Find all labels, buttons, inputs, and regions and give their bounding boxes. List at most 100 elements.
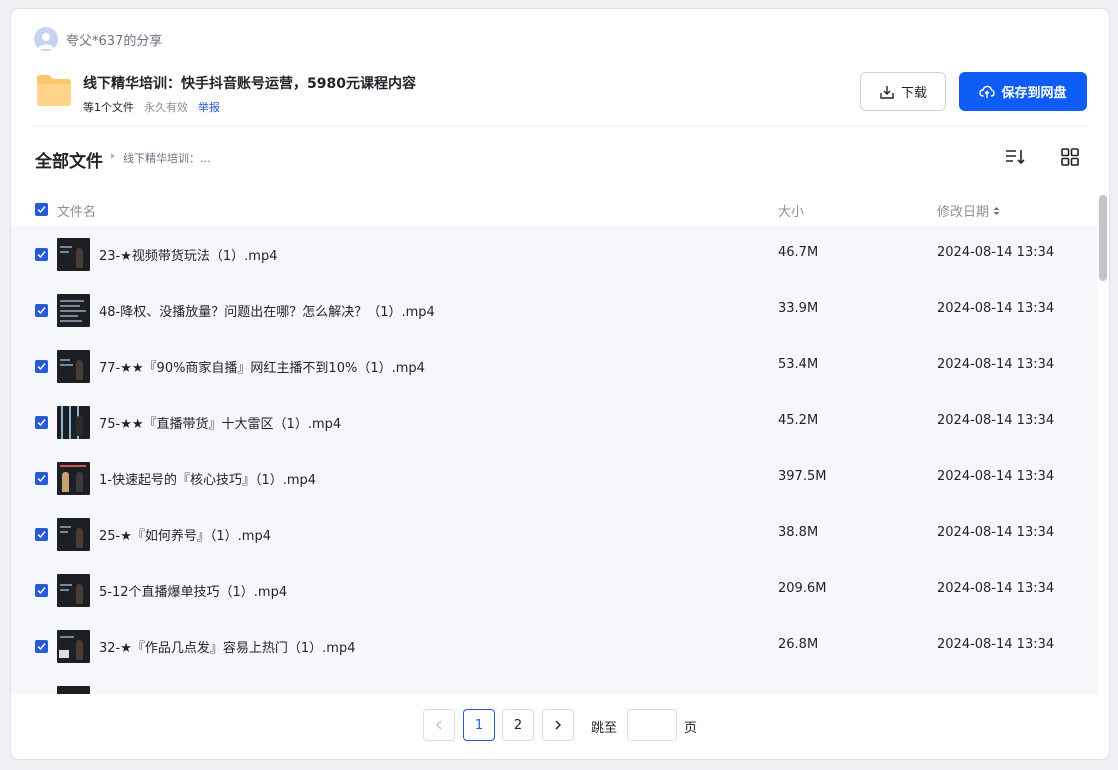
checkbox-checked-icon: [37, 531, 46, 539]
share-page: 夸父*637的分享 线下精华培训：快手抖音账号运营，5980元课程内容 等1个文…: [10, 8, 1110, 760]
file-name[interactable]: 25-★『如何养号』（1）.mp4: [99, 525, 271, 544]
sort-icon[interactable]: [1004, 147, 1026, 167]
file-size: 53.4M: [778, 357, 819, 372]
share-title-block: 线下精华培训：快手抖音账号运营，5980元课程内容 等1个文件 永久有效 举报: [83, 73, 416, 115]
file-date: 2024-08-14 13:34: [937, 637, 1055, 652]
row-checkbox[interactable]: [35, 640, 48, 653]
checkbox-checked-icon: [37, 363, 46, 371]
download-icon: [880, 85, 894, 99]
checkbox-checked-icon: [37, 587, 46, 595]
page-unit-label: 页: [684, 721, 698, 736]
video-thumbnail: [57, 294, 90, 327]
file-name[interactable]: 75-★★『直播带货』十大雷区（1）.mp4: [99, 413, 341, 432]
video-thumbnail: [57, 406, 90, 439]
file-date: 2024-08-14 13:34: [937, 469, 1055, 484]
checkbox-checked-icon: [37, 206, 46, 214]
file-size: 45.2M: [778, 413, 819, 428]
table-row[interactable]: 5-12个直播爆单技巧（1）.mp4 209.6M 2024-08-14 13:…: [11, 562, 1097, 618]
sharer-name: 夸父*637的分享: [66, 33, 163, 49]
checkbox-checked-icon: [37, 643, 46, 651]
pagination: 1 2 跳至 页: [11, 709, 1109, 743]
checkbox-checked-icon: [37, 307, 46, 315]
file-name[interactable]: 1-快速起号的『核心技巧』（1）.mp4: [99, 469, 316, 488]
video-thumbnail: [57, 462, 90, 495]
column-size: 大小: [778, 205, 805, 220]
table-header: 文件名 大小 修改日期: [11, 197, 1097, 227]
file-count: 等1个文件: [83, 101, 134, 114]
checkbox-checked-icon: [37, 251, 46, 259]
row-checkbox[interactable]: [35, 248, 48, 261]
table-row[interactable]: 23-★视频带货玩法（1）.mp4 46.7M 2024-08-14 13:34: [11, 226, 1097, 282]
table-row[interactable]: 1-快速起号的『核心技巧』（1）.mp4 397.5M 2024-08-14 1…: [11, 450, 1097, 506]
file-size: 38.8M: [778, 525, 819, 540]
scrollbar[interactable]: [1099, 195, 1109, 695]
file-date: 2024-08-14 13:34: [937, 413, 1055, 428]
share-title: 线下精华培训：快手抖音账号运营，5980元课程内容: [83, 76, 416, 92]
video-thumbnail: [57, 350, 90, 383]
breadcrumb-separator: [111, 153, 115, 159]
save-label: 保存到网盘: [1001, 86, 1067, 101]
table-row[interactable]: 75-★★『直播带货』十大雷区（1）.mp4 45.2M 2024-08-14 …: [11, 394, 1097, 450]
breadcrumb-current: 线下精华培训：...: [123, 152, 211, 165]
file-date: 2024-08-14 13:34: [937, 301, 1055, 316]
jump-label: 跳至: [591, 721, 618, 736]
file-size: 33.9M: [778, 301, 819, 316]
file-name[interactable]: 23-★视频带货玩法（1）.mp4: [99, 245, 277, 264]
file-date: 2024-08-14 13:34: [937, 581, 1055, 596]
file-size: 26.8M: [778, 637, 819, 652]
file-list: 23-★视频带货玩法（1）.mp4 46.7M 2024-08-14 13:34…: [11, 226, 1097, 694]
cloud-upload-icon: [979, 85, 996, 98]
video-thumbnail: [57, 574, 90, 607]
chevron-right-icon: [555, 720, 561, 730]
share-meta: 等1个文件 永久有效 举报: [83, 99, 416, 115]
folder-icon: [37, 75, 71, 106]
video-thumbnail: [57, 238, 90, 271]
file-date: 2024-08-14 13:34: [937, 245, 1055, 260]
checkbox-checked-icon: [37, 475, 46, 483]
file-name[interactable]: 32-★『作品几点发』容易上热门（1）.mp4: [99, 637, 355, 656]
video-thumbnail: [57, 630, 90, 663]
column-date-label: 修改日期: [937, 205, 990, 220]
row-checkbox[interactable]: [35, 416, 48, 429]
report-link[interactable]: 举报: [198, 99, 220, 115]
page-button-2[interactable]: 2: [502, 709, 534, 741]
row-checkbox[interactable]: [35, 304, 48, 317]
save-to-disk-button[interactable]: 保存到网盘: [959, 72, 1087, 111]
table-row[interactable]: 77-★★『90%商家自播』网红主播不到10%（1）.mp4 53.4M 202…: [11, 338, 1097, 394]
divider: [34, 125, 1086, 126]
video-thumbnail: [57, 518, 90, 551]
row-checkbox[interactable]: [35, 472, 48, 485]
download-label: 下载: [900, 86, 927, 101]
validity: 永久有效: [144, 101, 188, 114]
file-name[interactable]: 5-12个直播爆单技巧（1）.mp4: [99, 581, 287, 600]
file-date: 2024-08-14 13:34: [937, 525, 1055, 540]
download-button[interactable]: 下载: [860, 72, 946, 111]
sharer-info: 夸父*637的分享: [34, 27, 162, 51]
table-row[interactable]: [11, 674, 1097, 694]
file-name[interactable]: 48-降权、没播放量？问题出在哪？怎么解决？（1）.mp4: [99, 301, 435, 320]
prev-page-button[interactable]: [423, 709, 455, 741]
column-name: 文件名: [57, 205, 97, 220]
next-page-button[interactable]: [542, 709, 574, 741]
scrollbar-thumb[interactable]: [1099, 195, 1107, 281]
file-date: 2024-08-14 13:34: [937, 357, 1055, 372]
page-button-1[interactable]: 1: [463, 709, 495, 741]
table-row[interactable]: 32-★『作品几点发』容易上热门（1）.mp4 26.8M 2024-08-14…: [11, 618, 1097, 674]
table-row[interactable]: 48-降权、没播放量？问题出在哪？怎么解决？（1）.mp4 33.9M 2024…: [11, 282, 1097, 338]
grid-view-icon[interactable]: [1060, 147, 1080, 167]
table-row[interactable]: 25-★『如何养号』（1）.mp4 38.8M 2024-08-14 13:34: [11, 506, 1097, 562]
file-name[interactable]: 77-★★『90%商家自播』网红主播不到10%（1）.mp4: [99, 357, 425, 376]
column-date[interactable]: 修改日期: [937, 201, 1000, 220]
checkbox-checked-icon: [37, 419, 46, 427]
row-checkbox[interactable]: [35, 584, 48, 597]
file-size: 46.7M: [778, 245, 819, 260]
select-all-checkbox[interactable]: [35, 203, 48, 216]
row-checkbox[interactable]: [35, 360, 48, 373]
row-checkbox[interactable]: [35, 528, 48, 541]
page-jump-input[interactable]: [627, 709, 677, 741]
file-size: 209.6M: [778, 581, 827, 596]
user-icon: [38, 33, 54, 49]
chevron-left-icon: [436, 720, 442, 730]
breadcrumb-root[interactable]: 全部文件: [35, 147, 103, 172]
avatar: [34, 27, 58, 51]
